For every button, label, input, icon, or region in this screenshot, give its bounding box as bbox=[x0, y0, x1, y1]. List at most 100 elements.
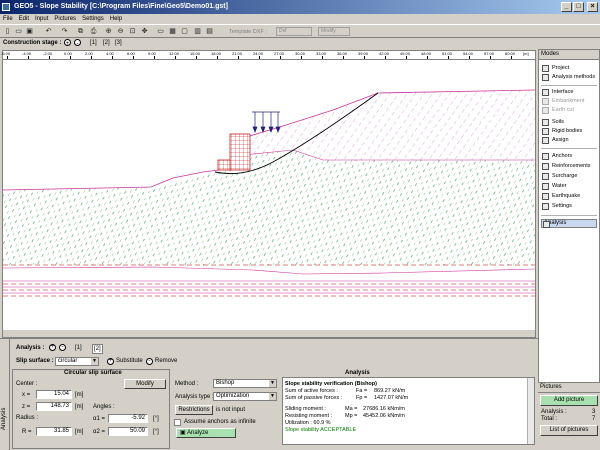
minimize-button[interactable]: _ bbox=[561, 2, 572, 12]
modes-panel: Modes Project Analysis methods Interface… bbox=[538, 49, 600, 383]
restrictions-button[interactable]: Restrictions bbox=[175, 405, 213, 415]
remove-slip-button[interactable]: Remove bbox=[155, 357, 177, 365]
circular-slip-title: Circular slip surface bbox=[64, 370, 122, 376]
assume-anchors-checkbox[interactable] bbox=[174, 419, 181, 426]
ruler-tick-mark bbox=[259, 56, 260, 59]
analyze-button[interactable]: ▣ Analyze bbox=[176, 428, 236, 438]
ruler-tick-mark bbox=[238, 56, 239, 59]
analysis-tab-2[interactable]: [2] bbox=[92, 344, 103, 354]
mode-analysis-methods[interactable]: Analysis methods bbox=[541, 73, 595, 82]
dxf-select[interactable]: Dxf bbox=[276, 27, 312, 36]
ruler-tick-mark bbox=[385, 56, 386, 59]
slope-canvas[interactable] bbox=[2, 60, 536, 338]
ruler-tick-label: 36.00 bbox=[337, 51, 348, 56]
ruler-tick-mark bbox=[343, 56, 344, 59]
analysis-tab-1[interactable]: [1] bbox=[75, 344, 82, 352]
new-file-icon[interactable]: ▯ bbox=[3, 27, 12, 36]
method-select[interactable]: Bishop ▼ bbox=[213, 379, 277, 388]
alpha1-label: α1 = bbox=[93, 416, 105, 422]
r-label: R = bbox=[22, 429, 32, 435]
close-button[interactable]: × bbox=[587, 2, 598, 12]
ruler-tick-mark bbox=[196, 56, 197, 59]
copy-icon[interactable]: ⧉ bbox=[76, 27, 85, 36]
modify-dxf-button[interactable]: Modify bbox=[318, 27, 350, 36]
center-x-input[interactable]: 15.04 bbox=[36, 390, 72, 399]
z-label: z = bbox=[22, 404, 31, 410]
mode-embankment[interactable]: Embankment bbox=[541, 97, 584, 106]
mode-rigid-bodies[interactable]: Rigid bodies bbox=[541, 127, 582, 136]
zoom-out-icon[interactable]: ⊖ bbox=[116, 27, 125, 36]
mode-soils[interactable]: Soils bbox=[541, 118, 564, 127]
mode-project[interactable]: Project bbox=[541, 64, 569, 73]
menu-settings[interactable]: Settings bbox=[79, 14, 107, 24]
alpha2-input[interactable]: 50.09 bbox=[108, 427, 148, 436]
stage-tab-3[interactable]: [3] bbox=[115, 39, 122, 48]
analysis-type-select[interactable]: Optimization ▼ bbox=[213, 392, 277, 401]
ruler-tick-mark bbox=[301, 56, 302, 59]
mode-analysis[interactable]: Analysis bbox=[541, 219, 597, 228]
anchors-icon bbox=[542, 153, 549, 160]
mode-anchors-label: Anchors bbox=[552, 153, 573, 159]
open-file-icon[interactable]: ▭ bbox=[14, 27, 23, 36]
mode-assign[interactable]: Assign bbox=[541, 136, 569, 145]
view-icon[interactable]: ▭ bbox=[156, 27, 165, 36]
print-icon[interactable]: ⎙ bbox=[89, 27, 98, 36]
fit-icon[interactable]: ▢ bbox=[180, 27, 189, 36]
move-icon[interactable]: ✥ bbox=[140, 27, 149, 36]
result-scrollbar[interactable] bbox=[527, 378, 534, 444]
mode-reinforcements[interactable]: Reinforcements bbox=[541, 162, 591, 171]
list-of-pictures-button[interactable]: List of pictures bbox=[540, 425, 598, 436]
chevron-down-icon: ▼ bbox=[269, 380, 276, 387]
undo-icon[interactable]: ↶ bbox=[44, 27, 53, 36]
center-z-input[interactable]: 148.73 bbox=[36, 402, 72, 411]
mode-settings[interactable]: Settings bbox=[541, 202, 572, 211]
menu-edit[interactable]: Edit bbox=[16, 14, 32, 24]
modify-slip-button[interactable]: Modify bbox=[124, 379, 166, 389]
slip-surface-select[interactable]: circular ▼ bbox=[55, 357, 99, 366]
analysis-panel: Analysis : + - [1] [2] Slip surface : ci… bbox=[0, 338, 538, 450]
menu-input[interactable]: Input bbox=[32, 14, 51, 24]
remove-slip-icon[interactable]: - bbox=[146, 358, 153, 365]
analysis-type-value: Optimization bbox=[216, 393, 250, 399]
menu-file[interactable]: File bbox=[0, 14, 16, 24]
add-analysis-icon[interactable]: + bbox=[49, 344, 56, 351]
dxf-select-value: Dxf bbox=[279, 28, 287, 34]
stage-tab-2[interactable]: [2] bbox=[103, 39, 110, 48]
mode-earth-cut[interactable]: Earth cut bbox=[541, 106, 574, 115]
ruler-tick-mark bbox=[364, 56, 365, 59]
add-stage-icon[interactable]: + bbox=[64, 39, 71, 47]
radius-input[interactable]: 31.85 bbox=[36, 427, 72, 436]
menu-help[interactable]: Help bbox=[107, 14, 125, 24]
zoom-in-icon[interactable]: ⊕ bbox=[104, 27, 113, 36]
ruler-tick-label: 12.00 bbox=[169, 51, 180, 56]
layout-icon[interactable]: ▥ bbox=[193, 27, 202, 36]
interface-line-2 bbox=[2, 266, 536, 275]
mode-anchors[interactable]: Anchors bbox=[541, 152, 572, 161]
mode-interface[interactable]: Interface bbox=[541, 88, 573, 97]
grid-icon[interactable]: ▦ bbox=[168, 27, 177, 36]
stage-tab-1[interactable]: [1] bbox=[90, 39, 97, 48]
redo-icon[interactable]: ↷ bbox=[60, 27, 69, 36]
chevron-down-icon: ▼ bbox=[269, 393, 276, 400]
result-title: Slope stability verification (Bishop) bbox=[285, 381, 377, 387]
modes-separator bbox=[541, 215, 597, 216]
mode-surcharge[interactable]: Surcharge bbox=[541, 172, 577, 181]
substitute-icon[interactable]: + bbox=[107, 358, 114, 365]
alpha1-input[interactable]: -5.92 bbox=[108, 414, 148, 423]
remove-analysis-icon[interactable]: - bbox=[59, 344, 66, 351]
mode-earthquake[interactable]: Earthquake bbox=[541, 192, 580, 201]
zoom-window-icon[interactable]: ⊡ bbox=[128, 27, 137, 36]
modify-slip-label: Modify bbox=[136, 381, 154, 387]
substitute-button[interactable]: Substitute bbox=[116, 357, 143, 365]
maximize-button[interactable]: □ bbox=[573, 2, 584, 12]
remove-stage-icon[interactable]: - bbox=[74, 39, 81, 47]
horizontal-ruler: -6.00 -4.00 -2.00 0.00 2.00 4.00 6.00 9.00 12.00… bbox=[1, 50, 536, 60]
canvas-scrollbar[interactable] bbox=[3, 330, 535, 337]
ruler-unit: [m] bbox=[523, 51, 529, 56]
menu-pictures[interactable]: Pictures bbox=[51, 14, 79, 24]
sliding-moment-label: Sliding moment : bbox=[285, 406, 326, 412]
mode-water[interactable]: Water bbox=[541, 182, 566, 191]
settings-view-icon[interactable]: ▤ bbox=[205, 27, 214, 36]
save-icon[interactable]: ▣ bbox=[25, 27, 34, 36]
add-picture-button[interactable]: Add picture bbox=[540, 395, 598, 406]
